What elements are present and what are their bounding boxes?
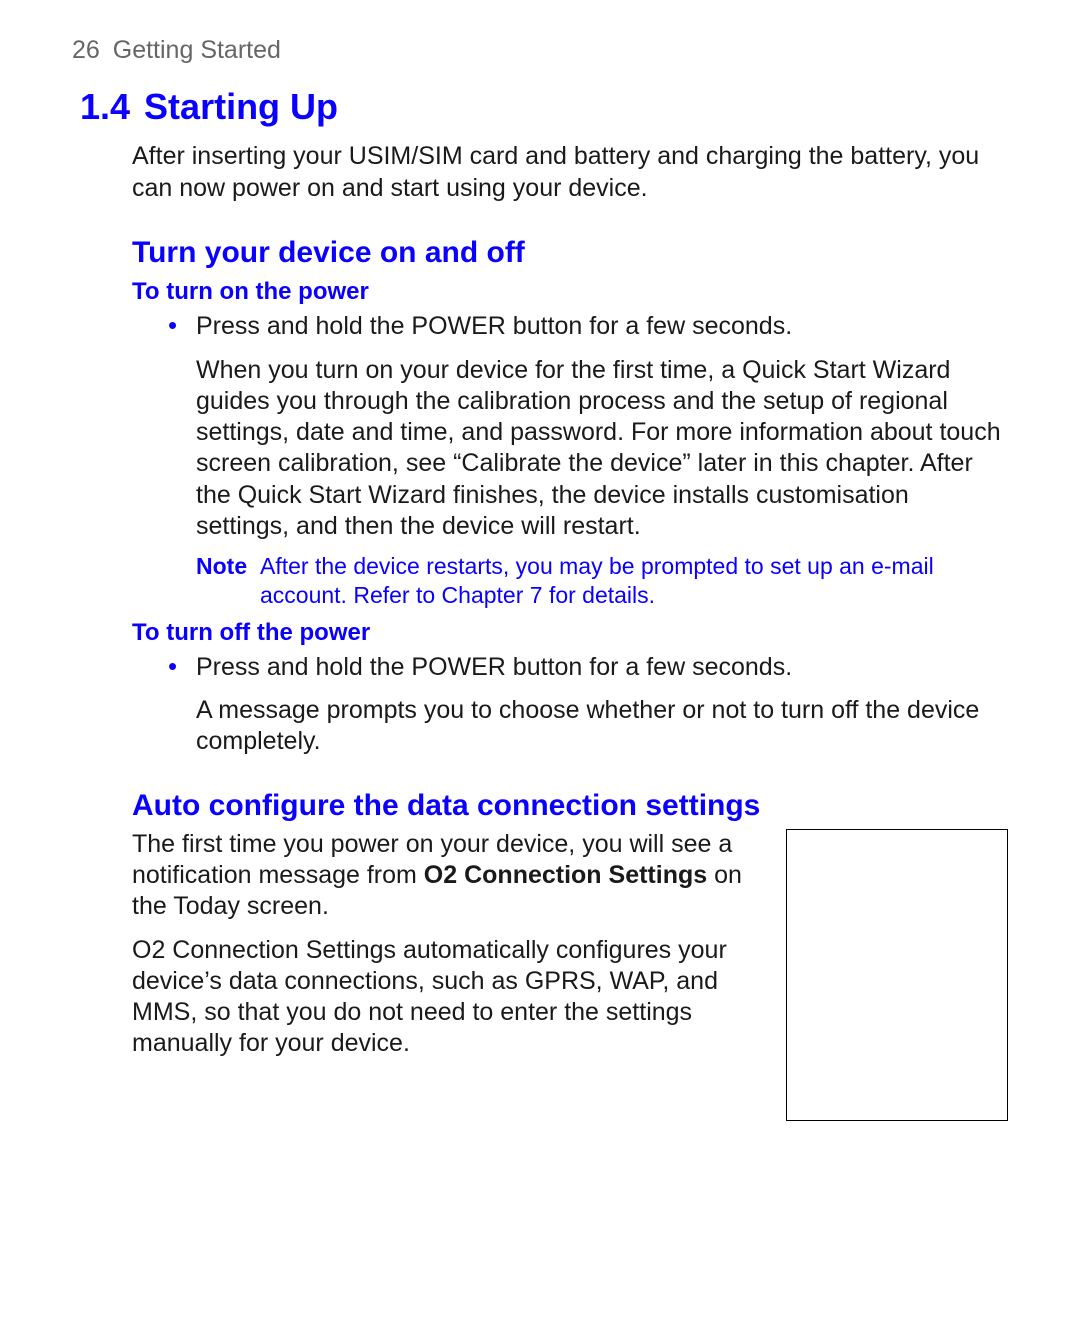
- turn-on-steps: Press and hold the POWER button for a fe…: [162, 311, 1008, 542]
- note-text: After the device restarts, you may be pr…: [260, 552, 1008, 610]
- list-item: Press and hold the POWER button for a fe…: [162, 652, 1008, 758]
- page-number: 26: [72, 36, 100, 64]
- step-detail: A message prompts you to choose whether …: [196, 695, 1008, 758]
- autoconfig-text: The first time you power on your device,…: [132, 829, 762, 1072]
- section-intro: After inserting your USIM/SIM card and b…: [132, 141, 1008, 204]
- p1-bold: O2 Connection Settings: [424, 861, 707, 889]
- procedure-turn-on: To turn on the power: [132, 277, 1008, 307]
- screenshot-placeholder: [786, 829, 1008, 1121]
- autoconfig-p1: The first time you power on your device,…: [132, 829, 762, 923]
- running-header: 26 Getting Started: [72, 35, 1008, 66]
- procedure-turn-off: To turn off the power: [132, 618, 1008, 648]
- subheading-autoconfig: Auto configure the data connection setti…: [132, 787, 1008, 825]
- autoconfig-row: The first time you power on your device,…: [132, 829, 1008, 1121]
- step-text: Press and hold the POWER button for a fe…: [196, 653, 792, 681]
- note-block: Note After the device restarts, you may …: [196, 552, 1008, 610]
- turn-off-steps: Press and hold the POWER button for a fe…: [162, 652, 1008, 758]
- step-detail: When you turn on your device for the fir…: [196, 355, 1008, 543]
- list-item: Press and hold the POWER button for a fe…: [162, 311, 1008, 542]
- note-label: Note: [196, 552, 260, 581]
- section-number: 1.4: [80, 86, 130, 127]
- step-text: Press and hold the POWER button for a fe…: [196, 312, 792, 340]
- autoconfig-image: [786, 829, 1008, 1121]
- section-title-text: Starting Up: [144, 86, 338, 127]
- section-heading: 1.4 Starting Up: [80, 84, 1008, 129]
- chapter-name: Getting Started: [113, 36, 281, 64]
- autoconfig-p2: O2 Connection Settings automatically con…: [132, 935, 762, 1060]
- subheading-power: Turn your device on and off: [132, 234, 1008, 272]
- document-page: 26 Getting Started 1.4 Starting Up After …: [0, 0, 1080, 1181]
